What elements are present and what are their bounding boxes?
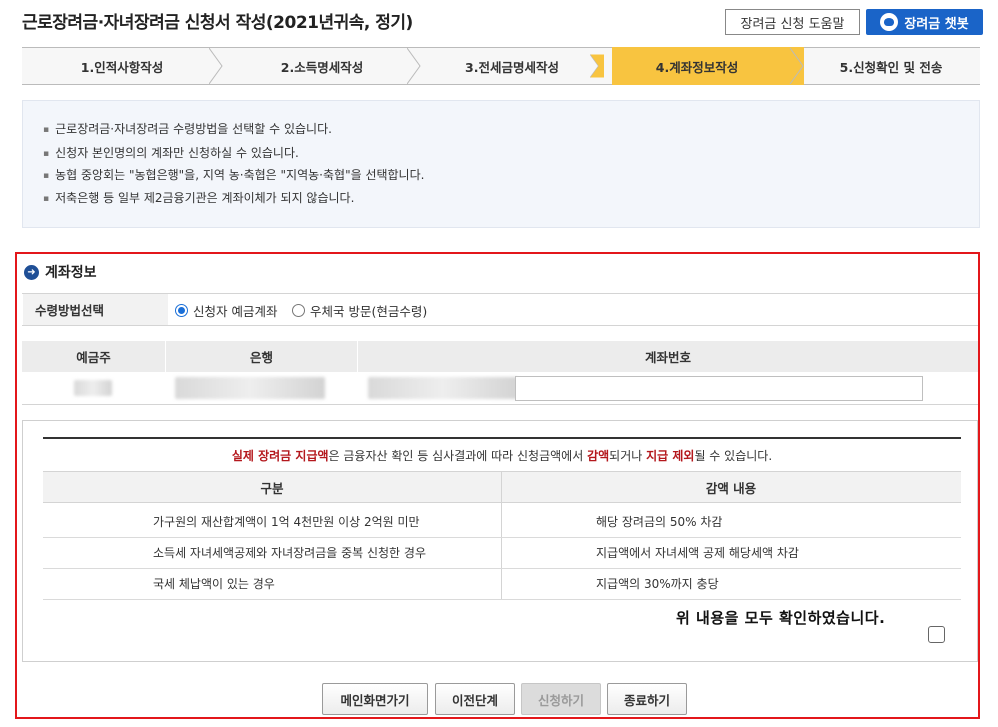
table-cell-reduction: 해당 장려금의 50% 차감 (596, 515, 723, 529)
table-cell-category: 국세 체납액이 있는 경우 (153, 577, 275, 591)
page-title: 근로장려금·자녀장려금 신청서 작성(2021년귀속, 정기) (22, 13, 413, 33)
radio-deposit-account[interactable]: 신청자 예금계좌 (175, 301, 277, 320)
radio-post-office[interactable]: 우체국 방문(현금수령) (292, 301, 427, 320)
confirm-label: 위 내용을 모두 확인하였습니다. (676, 609, 886, 627)
divider (22, 404, 978, 405)
step-progress-bar: 1.인적사항작성 2.소득명세작성 3.전세금명세작성 4.계좌정보작성 5.신… (22, 47, 980, 85)
info-line: 신청자 본인명의의 계좌만 신청하실 수 있습니다. (43, 144, 299, 161)
info-line: 농협 중앙회는 "농협은행"을, 지역 농·축협은 "지역농·축협"을 선택합니… (43, 166, 424, 183)
column-account-number: 계좌번호 (357, 341, 978, 372)
bank-select-redacted[interactable] (175, 377, 325, 399)
step-3: 3.전세금명세작성 (465, 59, 559, 75)
notice-text-part: 되거나 (609, 449, 647, 463)
step-1: 1.인적사항작성 (80, 59, 164, 75)
step-2: 2.소득명세작성 (280, 59, 364, 75)
table-cell-category: 소득세 자녀세액공제와 자녀장려금을 중복 신청한 경우 (153, 546, 426, 560)
chatbot-button[interactable]: 장려금 챗봇 (866, 9, 983, 35)
chatbot-button-label: 장려금 챗봇 (904, 16, 969, 32)
account-holder-redacted (74, 380, 112, 396)
radio-deposit-label: 신청자 예금계좌 (193, 304, 278, 319)
notice-text-part: 은 금융자산 확인 등 심사결과에 따라 신청금액에서 (328, 449, 588, 463)
account-table-header: 예금주 은행 계좌번호 (22, 341, 978, 372)
help-button[interactable]: 장려금 신청 도움말 (725, 9, 860, 35)
account-prefix-redacted (368, 377, 518, 399)
table-row-divider (43, 568, 961, 569)
table-bottom-rule (43, 599, 961, 600)
notice-text-part: 될 수 있습니다. (694, 449, 773, 463)
column-reduction: 감액 내용 (705, 481, 757, 496)
account-number-input[interactable] (515, 376, 923, 401)
radio-post-office-label: 우체국 방문(현금수령) (310, 304, 428, 319)
step-5: 5.신청확인 및 전송 (839, 59, 943, 75)
table-row-divider (43, 537, 961, 538)
exit-button[interactable]: 종료하기 (607, 683, 687, 715)
main-page-button[interactable]: 메인화면가기 (322, 683, 428, 715)
column-category: 구분 (260, 481, 284, 496)
section-title-label: 계좌정보 (45, 265, 97, 281)
info-line: 근로장려금·자녀장려금 수령방법을 선택할 수 있습니다. (43, 120, 332, 137)
info-line: 저축은행 등 일부 제2금융기관은 계좌이체가 되지 않습니다. (43, 189, 354, 206)
notice-emphasis: 실제 장려금 지급액 (231, 449, 329, 463)
table-cell-category: 가구원의 재산합계액이 1억 4천만원 이상 2억원 미만 (153, 515, 420, 529)
previous-step-button[interactable]: 이전단계 (435, 683, 515, 715)
reduction-table-header: 구분 감액 내용 (43, 471, 961, 503)
confirm-checkbox[interactable] (928, 626, 945, 643)
column-holder: 예금주 (76, 350, 111, 365)
arrow-right-icon: ➜ (24, 264, 39, 280)
section-title: ➜ 계좌정보 (24, 262, 97, 282)
column-bank: 은행 (165, 341, 357, 372)
info-box: 근로장려금·자녀장려금 수령방법을 선택할 수 있습니다. 신청자 본인명의의 … (22, 100, 980, 228)
radio-selected-icon[interactable] (175, 304, 188, 317)
method-label: 수령방법선택 (23, 294, 168, 325)
table-column-divider (501, 471, 502, 599)
notice-emphasis: 감액 (587, 449, 610, 463)
step-4-current: 4.계좌정보작성 (655, 59, 739, 75)
notice-top-rule (43, 437, 961, 439)
notice-emphasis: 지급 제외 (646, 449, 695, 463)
chatbot-icon (880, 13, 899, 31)
table-cell-reduction: 지급액의 30%까지 충당 (596, 577, 719, 591)
notice-text: 실제 장려금 지급액은 금융자산 확인 등 심사결과에 따라 신청금액에서 감액… (43, 447, 961, 464)
apply-button[interactable]: 신청하기 (521, 683, 601, 715)
divider (22, 325, 978, 326)
radio-unselected-icon[interactable] (292, 304, 305, 317)
table-cell-reduction: 지급액에서 자녀세액 공제 해당세액 차감 (596, 546, 799, 560)
